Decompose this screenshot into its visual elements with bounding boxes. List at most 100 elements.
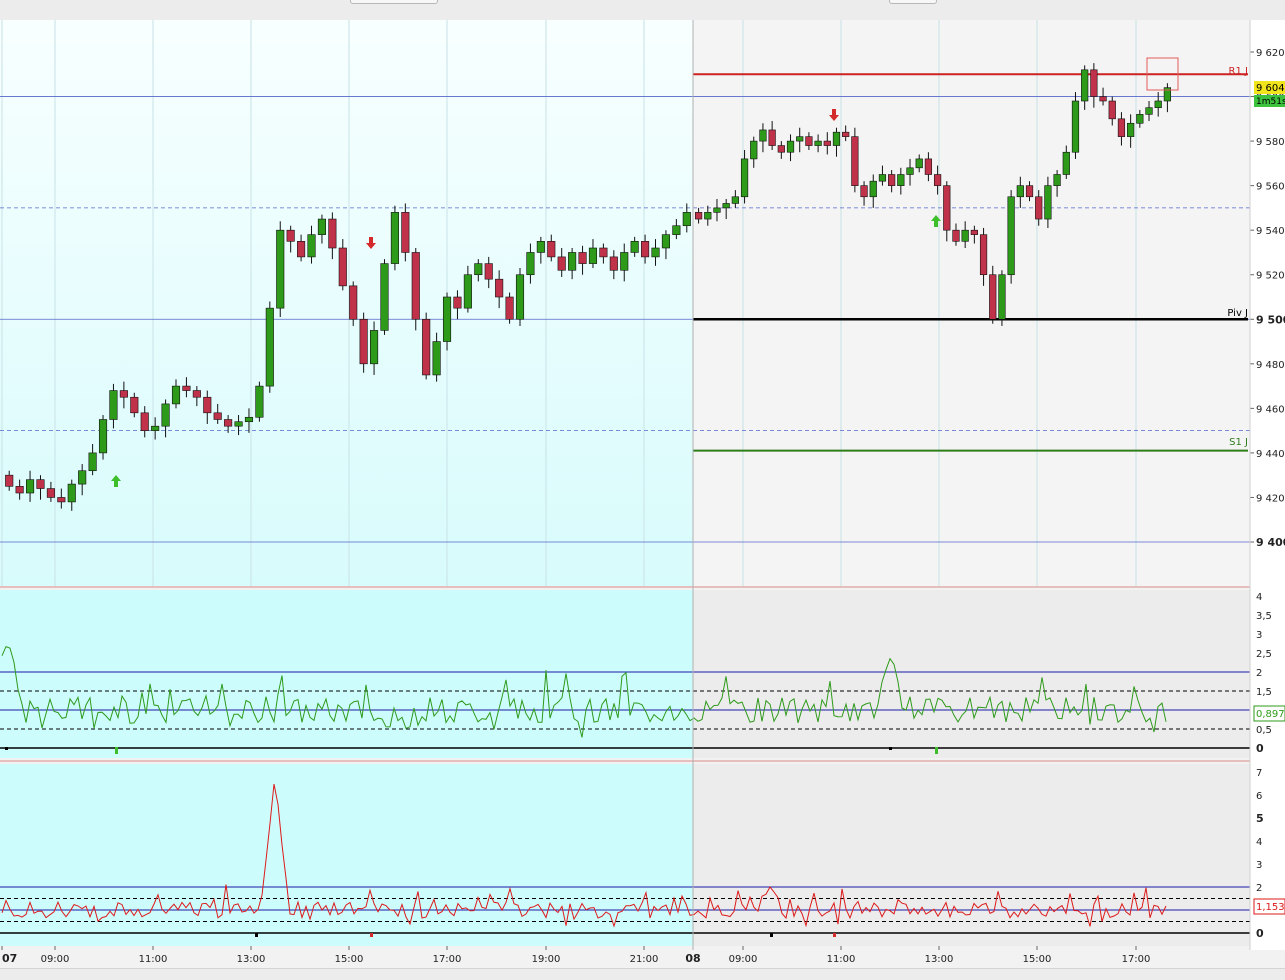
candle-down[interactable] [130,396,139,414]
candle-up[interactable] [1044,185,1052,220]
candle-up[interactable] [568,252,577,271]
candle-up[interactable] [1145,107,1153,115]
candle-down[interactable] [989,274,997,320]
candle-down[interactable] [933,174,942,186]
candle-up[interactable] [536,241,545,253]
candle-up[interactable] [661,234,670,249]
candle-up[interactable] [961,229,969,242]
candle-up[interactable] [796,136,804,142]
candle-up[interactable] [442,296,452,342]
candle-up[interactable] [390,212,399,264]
candle-up[interactable] [109,390,118,420]
candle-up[interactable] [1081,69,1089,102]
candle-down[interactable] [777,145,785,153]
candle-down[interactable] [224,419,233,427]
candle-up[interactable] [814,140,822,146]
candle-up[interactable] [244,416,254,423]
candle-up[interactable] [307,234,316,258]
candle-down[interactable] [1035,196,1043,220]
candle-down[interactable] [860,185,868,198]
candle-up[interactable] [265,307,274,387]
candle-down[interactable] [338,247,347,287]
candle-up[interactable] [620,252,629,271]
candle-up[interactable] [1136,114,1144,124]
candle-down[interactable] [970,229,978,235]
candle-up[interactable] [897,174,905,186]
candle-up[interactable] [370,330,379,365]
candle-up[interactable] [1071,100,1080,153]
candle-down[interactable] [547,241,556,258]
candle-up[interactable] [151,425,160,431]
candle-down[interactable] [505,296,514,320]
candle-up[interactable] [704,212,712,220]
candle-down[interactable] [5,474,14,487]
candle-up[interactable] [786,140,795,153]
candle-up[interactable] [630,241,639,253]
candle-down[interactable] [213,412,222,420]
candle-up[interactable] [171,385,181,405]
candle-up[interactable] [713,207,721,213]
candle-down[interactable] [641,241,650,258]
candle-up[interactable] [740,158,749,198]
candle-up[interactable] [722,203,730,209]
candle-up[interactable] [869,180,877,198]
candle-down[interactable] [411,252,420,320]
candle-up[interactable] [276,229,285,309]
candle-down[interactable] [328,218,337,249]
candle-up[interactable] [463,274,472,309]
candle-up[interactable] [682,212,691,227]
candle-down[interactable] [924,158,933,175]
candle-down[interactable] [401,212,410,253]
candle-up[interactable] [526,252,535,276]
candle-down[interactable] [851,136,859,186]
candle-down[interactable] [952,229,960,242]
candle-up[interactable] [26,479,35,494]
candle-down[interactable] [943,185,951,231]
candle-down[interactable] [453,296,462,309]
candle-up[interactable] [88,452,97,472]
candle-down[interactable] [768,129,776,146]
candle-down[interactable] [842,131,850,137]
candle-up[interactable] [317,218,326,235]
candle-down[interactable] [888,174,896,186]
candle-up[interactable] [915,158,923,169]
candle-down[interactable] [46,488,55,498]
candle-up[interactable] [474,263,483,276]
candle-up[interactable] [98,419,108,454]
trading-chart[interactable]: 9 6209 6009 5809 5609 5409 5209 5009 480… [0,0,1285,968]
candle-down[interactable] [1117,118,1126,137]
candle-up[interactable] [906,167,914,175]
candle-up[interactable] [588,247,598,264]
candle-up[interactable] [67,483,76,503]
candle-up[interactable] [1007,196,1015,276]
candle-down[interactable] [349,285,358,320]
candle-up[interactable] [750,140,758,160]
candle-down[interactable] [1108,100,1116,120]
candle-up[interactable] [1016,185,1024,198]
candle-up[interactable] [672,225,681,235]
candle-down[interactable] [694,212,703,220]
candle-down[interactable] [359,318,368,365]
candle-up[interactable] [1154,100,1162,108]
candle-down[interactable] [609,256,618,271]
candle-down[interactable] [119,390,128,398]
candle-down[interactable] [1025,185,1034,198]
candle-up[interactable] [878,174,887,182]
candle-up[interactable] [161,403,170,427]
candle-up[interactable] [78,470,87,485]
candle-down[interactable] [15,486,24,494]
candle-down[interactable] [578,252,587,264]
candle-up[interactable] [998,274,1006,320]
candle-up[interactable] [832,131,841,146]
candle-down[interactable] [557,256,566,271]
candle-down[interactable] [182,385,191,391]
candle-up[interactable] [1053,174,1061,186]
candle-down[interactable] [297,241,306,258]
candle-up[interactable] [731,196,739,204]
candle-down[interactable] [36,479,45,489]
candle-down[interactable] [979,234,988,276]
candle-up[interactable] [1127,122,1135,137]
candle-down[interactable] [823,140,831,146]
candle-up[interactable] [432,341,441,376]
candle-down[interactable] [1099,96,1107,102]
